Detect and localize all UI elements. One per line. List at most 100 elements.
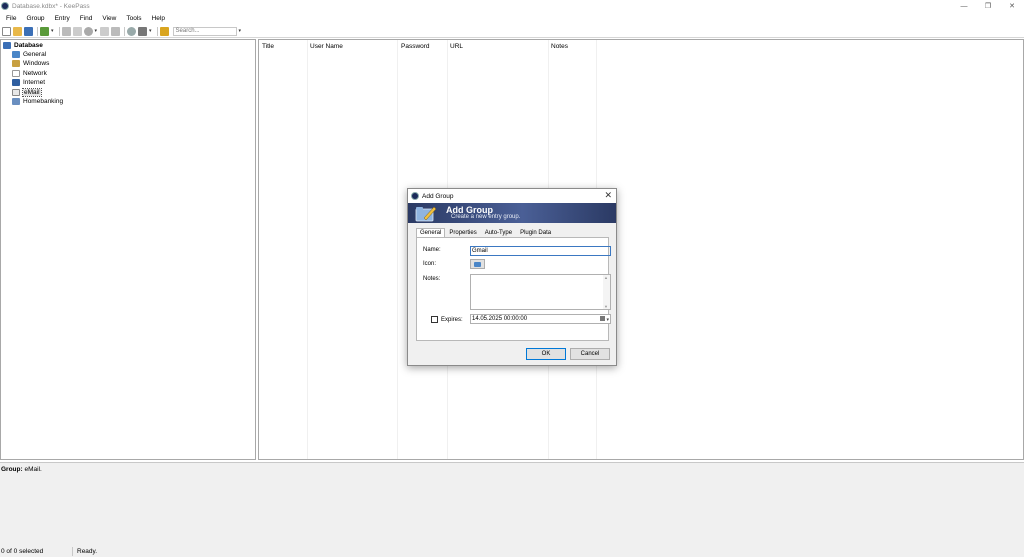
add-entry-icon[interactable] [40,26,49,36]
database-icon [3,42,11,49]
keepass-app-icon [411,192,419,200]
tree-item-internet[interactable]: Internet [12,78,45,87]
expires-checkbox[interactable] [431,316,438,323]
chevron-down-icon[interactable]: ▾ [239,28,242,34]
menu-view[interactable]: View [102,15,116,22]
dialog-title-bar: Add Group ✕ [408,189,616,203]
toolbar-separator [58,26,60,36]
open-db-icon[interactable] [13,26,22,36]
banner-subtitle: Create a new entry group. [451,214,521,220]
toolbar-separator [124,26,126,36]
notes-scrollbar[interactable]: ▲ ▼ [603,275,610,309]
icon-label: Icon: [423,261,437,267]
tree-item-label: Internet [23,79,46,86]
scroll-up-icon[interactable]: ▲ [604,275,608,280]
network-icon [12,70,20,77]
add-group-dialog: Add Group ✕ Add Group Create a new entry… [407,188,617,366]
cancel-button[interactable]: Cancel [570,348,610,360]
name-label: Name: [423,247,441,253]
lock-icon[interactable] [111,26,121,36]
windows-icon [12,60,20,67]
general-tab-panel: Name: Gmail Icon: Notes: ▲ ▼ Expires: 14… [416,237,611,341]
internet-icon [12,79,20,86]
tree-item-label: General [23,51,47,58]
column-header-password[interactable]: Password [401,43,430,50]
column-header-notes[interactable]: Notes [551,43,568,50]
calendar-dropdown-icon[interactable]: ▾ [599,316,609,323]
restore-button[interactable]: ❐ [976,0,1000,12]
group-tree[interactable]: Database General Windows Network Interne… [0,39,256,460]
copy-icon[interactable] [100,26,110,36]
tree-item-label: Windows [23,60,50,67]
menu-tools[interactable]: Tools [126,15,141,22]
column-divider [397,40,398,459]
open-url-icon[interactable] [83,26,93,36]
ok-button[interactable]: OK [526,348,566,360]
tree-item-windows[interactable]: Windows [12,59,49,68]
group-info-value: eMail. [24,466,42,473]
tree-item-label: Network [23,70,47,77]
toolbar-separator [156,26,158,36]
folder-edit-icon [415,206,437,222]
save-icon[interactable] [24,26,33,36]
menu-bar: File Group Entry Find View Tools Help [0,12,1024,25]
window-title: Database.kdbx* - KeePass [12,2,90,10]
expires-value: 14.05.2025 00:00:00 [472,316,528,322]
tree-root[interactable]: Database [3,41,43,50]
tree-item-homebanking[interactable]: Homebanking [12,97,63,106]
column-header-url[interactable]: URL [450,43,463,50]
copy-password-icon[interactable] [72,26,82,36]
find-icon[interactable] [127,26,137,36]
status-bar: 0 of 0 selected Ready. [0,545,1024,557]
menu-file[interactable]: File [6,15,16,22]
menu-find[interactable]: Find [80,15,93,22]
chevron-down-icon[interactable]: ▾ [95,28,98,34]
toolbar: ▾ ▾ ▾ Search... ▾ [0,25,1024,38]
expires-label: Expires: [441,317,463,323]
column-header-username[interactable]: User Name [310,43,343,50]
email-icon [12,89,20,96]
group-info: Group: eMail. [1,466,42,473]
scroll-down-icon[interactable]: ▼ [604,304,608,309]
notes-label: Notes: [423,276,441,282]
homebanking-icon [12,98,20,105]
workspace-lock-icon[interactable] [159,26,169,36]
dialog-banner: Add Group Create a new entry group. [408,203,616,223]
selection-status: 0 of 0 selected [1,547,44,555]
group-info-label: Group: [1,466,23,473]
chevron-down-icon[interactable]: ▾ [149,28,152,34]
dialog-title: Add Group [422,192,454,200]
new-db-icon[interactable] [2,26,11,36]
search-input[interactable]: Search... [172,26,237,36]
folder-icon [12,51,20,58]
tree-root-label: Database [14,42,43,49]
tree-item-label: Homebanking [23,98,64,105]
folder-icon [474,262,481,267]
notes-textarea[interactable]: ▲ ▼ [470,274,611,310]
toolbar-separator [37,26,38,36]
tree-item-network[interactable]: Network [12,69,47,78]
tree-item-general[interactable]: General [12,50,46,59]
entry-info-panel: Group: eMail. [0,462,1024,545]
expires-datetime-picker[interactable]: 14.05.2025 00:00:00 ▾ [470,314,611,324]
menu-help[interactable]: Help [152,15,165,22]
keepass-app-icon [1,2,9,10]
title-bar: Database.kdbx* - KeePass — ❐ ✕ [0,0,1024,12]
copy-user-icon[interactable] [61,26,71,36]
name-input[interactable]: Gmail [470,246,611,256]
icon-picker-button[interactable] [470,259,485,269]
menu-entry[interactable]: Entry [55,15,70,22]
menu-group[interactable]: Group [26,15,44,22]
entry-list[interactable]: Title User Name Password URL Notes [258,39,1024,460]
ready-status: Ready. [77,547,98,555]
chevron-down-icon[interactable]: ▾ [51,28,54,34]
minimize-button[interactable]: — [952,0,976,12]
tree-item-email[interactable]: eMail [12,88,42,97]
key-icon[interactable] [138,26,148,36]
column-header-title[interactable]: Title [262,43,274,50]
status-separator [72,546,73,556]
window-controls: — ❐ ✕ [952,0,1024,12]
close-button[interactable]: ✕ [1000,0,1024,12]
column-divider [307,40,308,459]
dialog-close-icon[interactable]: ✕ [604,190,612,201]
